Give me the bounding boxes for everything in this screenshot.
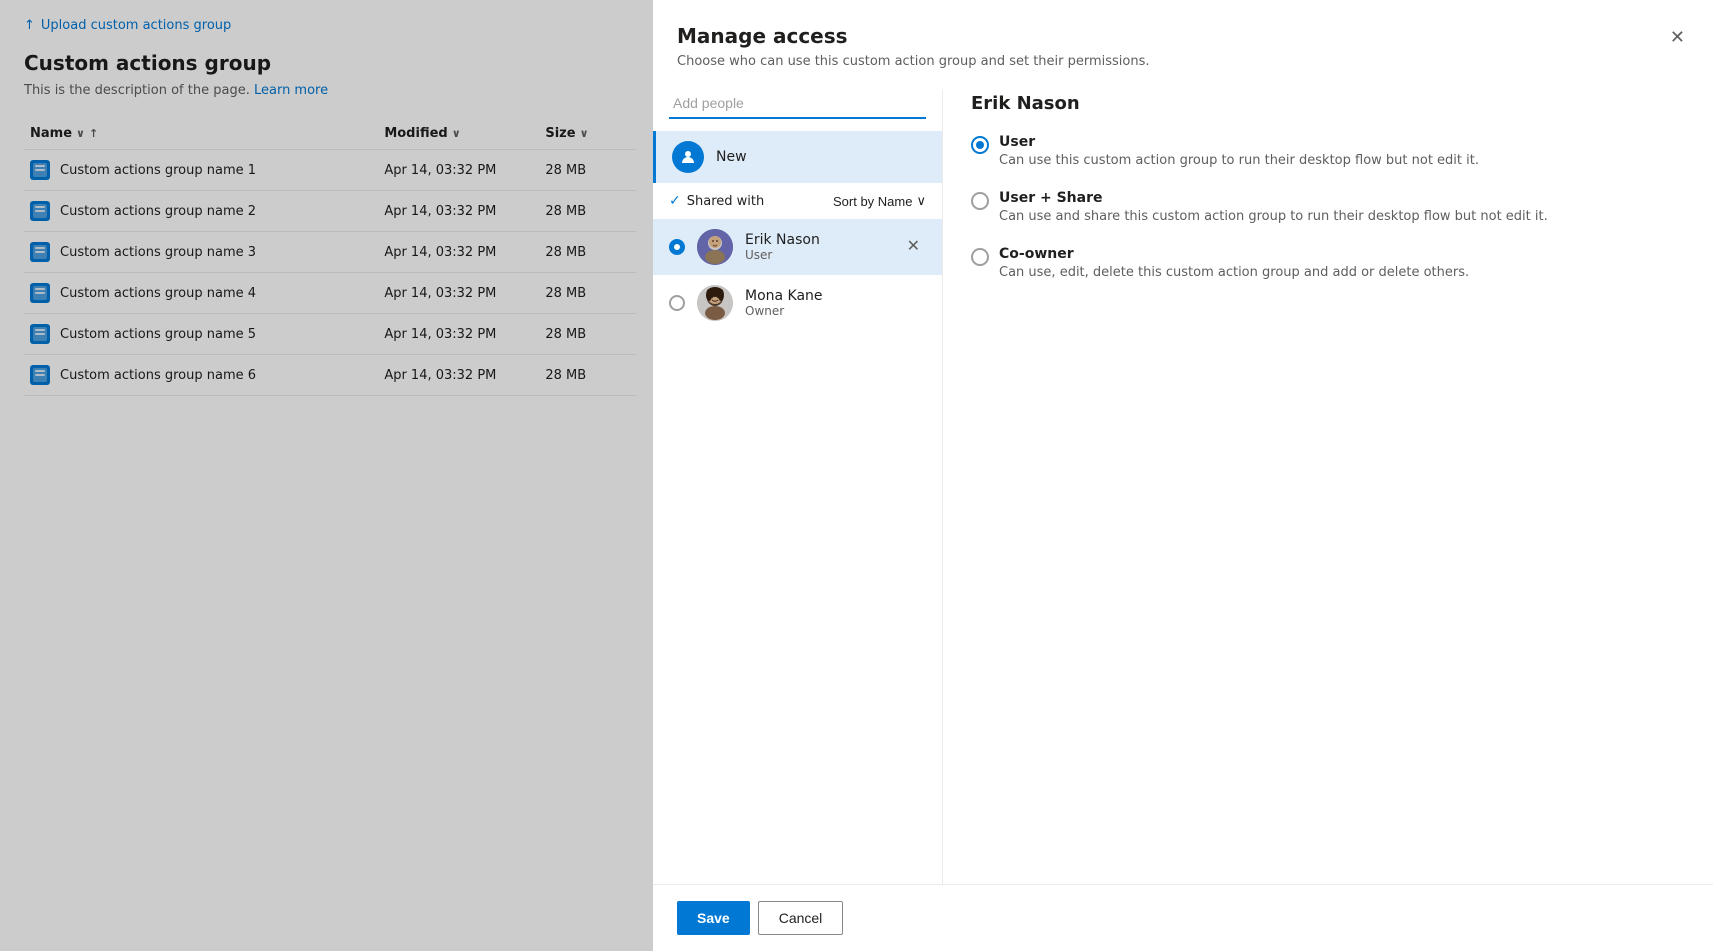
permission-label: User + Share: [999, 190, 1548, 206]
permission-option[interactable]: User Can use this custom action group to…: [971, 134, 1685, 170]
permission-text: Co-owner Can use, edit, delete this cust…: [999, 246, 1469, 282]
modal-subtitle: Choose who can use this custom action gr…: [677, 54, 1150, 69]
modal-header: Manage access Choose who can use this cu…: [653, 0, 1713, 69]
shared-with-header: ✓ Shared with Sort by Name ∨: [653, 183, 942, 219]
modal-footer: Save Cancel: [653, 884, 1713, 951]
sort-by-label: Sort by Name: [833, 194, 912, 209]
erik-info: Erik Nason User: [745, 232, 889, 262]
people-list: ✓ Shared with Sort by Name ∨: [653, 183, 942, 884]
mona-role: Owner: [745, 304, 926, 318]
remove-erik-button[interactable]: ✕: [901, 237, 926, 257]
permission-label: Co-owner: [999, 246, 1469, 262]
manage-access-modal: Manage access Choose who can use this cu…: [653, 0, 1713, 951]
cancel-button[interactable]: Cancel: [758, 901, 844, 935]
permission-radio: [971, 248, 989, 266]
erik-name: Erik Nason: [745, 232, 889, 248]
permission-text: User Can use this custom action group to…: [999, 134, 1479, 170]
person-row-mona[interactable]: Mona Kane Owner: [653, 275, 942, 331]
modal-body: New ✓ Shared with Sort by Name ∨: [653, 89, 1713, 884]
people-picker-panel: New ✓ Shared with Sort by Name ∨: [653, 89, 943, 884]
permission-text: User + Share Can use and share this cust…: [999, 190, 1548, 226]
shared-with-left: ✓ Shared with: [669, 193, 764, 209]
new-avatar: [672, 141, 704, 173]
modal-close-button[interactable]: ✕: [1666, 24, 1689, 50]
permission-option[interactable]: User + Share Can use and share this cust…: [971, 190, 1685, 226]
permission-options: User Can use this custom action group to…: [971, 134, 1685, 283]
permission-desc: Can use, edit, delete this custom action…: [999, 264, 1469, 282]
permission-user-name: Erik Nason: [971, 89, 1685, 114]
modal-title-block: Manage access Choose who can use this cu…: [677, 24, 1150, 69]
checkmark-icon: ✓: [669, 193, 681, 209]
erik-avatar: [697, 229, 733, 265]
permission-desc: Can use this custom action group to run …: [999, 152, 1479, 170]
mona-name: Mona Kane: [745, 288, 926, 304]
add-people-input[interactable]: [669, 89, 926, 119]
erik-radio: [669, 239, 685, 255]
mona-info: Mona Kane Owner: [745, 288, 926, 318]
person-row-erik[interactable]: Erik Nason User ✕: [653, 219, 942, 275]
new-label: New: [716, 149, 926, 165]
sort-chevron-icon: ∨: [916, 193, 926, 209]
permission-radio: [971, 192, 989, 210]
permission-radio: [971, 136, 989, 154]
permission-option[interactable]: Co-owner Can use, edit, delete this cust…: [971, 246, 1685, 282]
mona-avatar: [697, 285, 733, 321]
new-person-row[interactable]: New: [653, 131, 942, 183]
permission-desc: Can use and share this custom action gro…: [999, 208, 1548, 226]
save-button[interactable]: Save: [677, 901, 750, 935]
shared-with-label: Shared with: [687, 194, 764, 209]
permission-label: User: [999, 134, 1479, 150]
sort-by-button[interactable]: Sort by Name ∨: [833, 193, 926, 209]
permissions-panel: Erik Nason User Can use this custom acti…: [943, 89, 1713, 884]
erik-role: User: [745, 248, 889, 262]
modal-title: Manage access: [677, 24, 1150, 48]
mona-radio: [669, 295, 685, 311]
